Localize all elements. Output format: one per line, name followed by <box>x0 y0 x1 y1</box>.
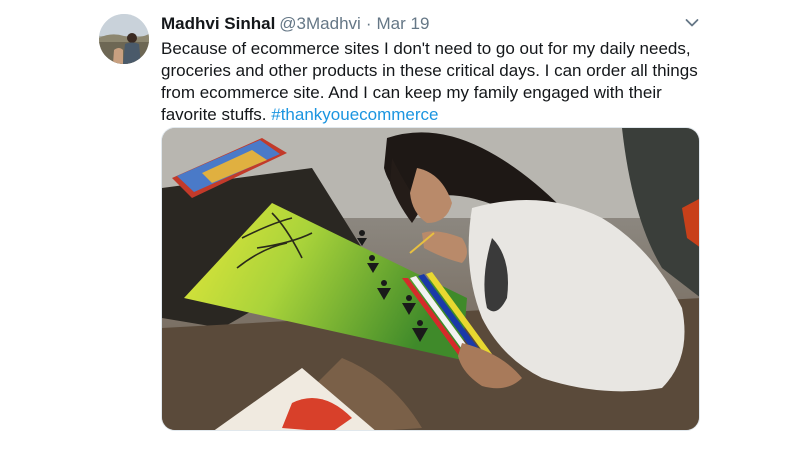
separator-dot: · <box>365 14 372 33</box>
photo-girl-painting-icon <box>162 128 699 430</box>
user-avatar[interactable] <box>99 14 149 64</box>
tweet-media[interactable] <box>161 127 700 431</box>
tweet-card[interactable]: Madhvi Sinhal @3Madhvi · Mar 19 Because of … <box>0 0 800 450</box>
tweet-date[interactable]: Mar 19 <box>376 14 429 33</box>
chevron-down-icon[interactable] <box>682 13 702 33</box>
tweet-text: Because of ecommerce sites I don't need … <box>161 38 701 126</box>
avatar-photo-icon <box>99 14 149 64</box>
display-name[interactable]: Madhvi Sinhal <box>161 14 275 33</box>
hashtag-link[interactable]: #thankyouecommerce <box>271 105 438 124</box>
tweet-header: Madhvi Sinhal @3Madhvi · Mar 19 <box>161 13 429 35</box>
user-handle[interactable]: @3Madhvi <box>279 14 361 33</box>
